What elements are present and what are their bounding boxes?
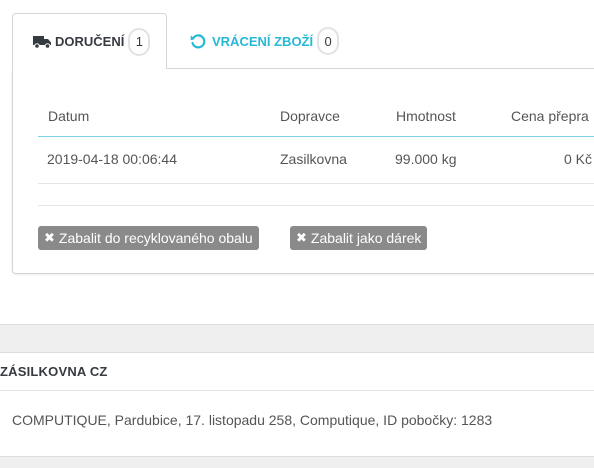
cell-price: 0 Kč — [564, 151, 593, 167]
cell-date: 2019-04-18 00:06:44 — [47, 151, 177, 167]
carrier-pickup-point: COMPUTIQUE, Pardubice, 17. listopadu 258… — [12, 412, 493, 428]
tab-vraceni-zbozi[interactable]: VRÁCENÍ ZBOŽÍ 0 — [188, 13, 340, 69]
truck-icon — [33, 34, 53, 50]
tab-doruceni[interactable]: DORUČENÍ 1 — [12, 13, 167, 69]
carrier-section-title: ZÁSILKOVNA CZ — [0, 364, 108, 379]
close-icon: ✖ — [296, 230, 307, 245]
tab-doruceni-label: DORUČENÍ — [55, 34, 125, 49]
undo-icon — [190, 33, 210, 49]
recycled-packaging-label: Zabalit do recyklovaného obalu — [58, 230, 253, 246]
column-header-price: Cena přepra — [511, 108, 589, 124]
gift-wrap-button[interactable]: ✖ Zabalit jako dárek — [290, 226, 428, 250]
table-header-divider — [38, 136, 594, 137]
column-header-date: Datum — [48, 108, 90, 124]
close-icon: ✖ — [44, 230, 55, 245]
column-header-carrier: Dopravce — [280, 108, 340, 124]
cell-weight: 99.000 kg — [395, 151, 457, 167]
cell-carrier: Zasilkovna — [280, 151, 347, 167]
carrier-section-header: ZÁSILKOVNA CZ — [0, 352, 594, 391]
table-footer-divider — [38, 205, 594, 206]
tab-doruceni-count-badge: 1 — [128, 27, 151, 56]
section-separator — [0, 324, 594, 353]
section-separator-bottom — [0, 456, 594, 468]
tab-vraceni-label: VRÁCENÍ ZBOŽÍ — [212, 33, 314, 49]
tab-vraceni-count-badge: 0 — [317, 27, 340, 55]
column-header-weight: Hmotnost — [396, 108, 456, 124]
table-row-divider — [38, 183, 594, 184]
gift-wrap-label: Zabalit jako dárek — [310, 230, 422, 246]
recycled-packaging-button[interactable]: ✖ Zabalit do recyklovaného obalu — [38, 226, 259, 250]
